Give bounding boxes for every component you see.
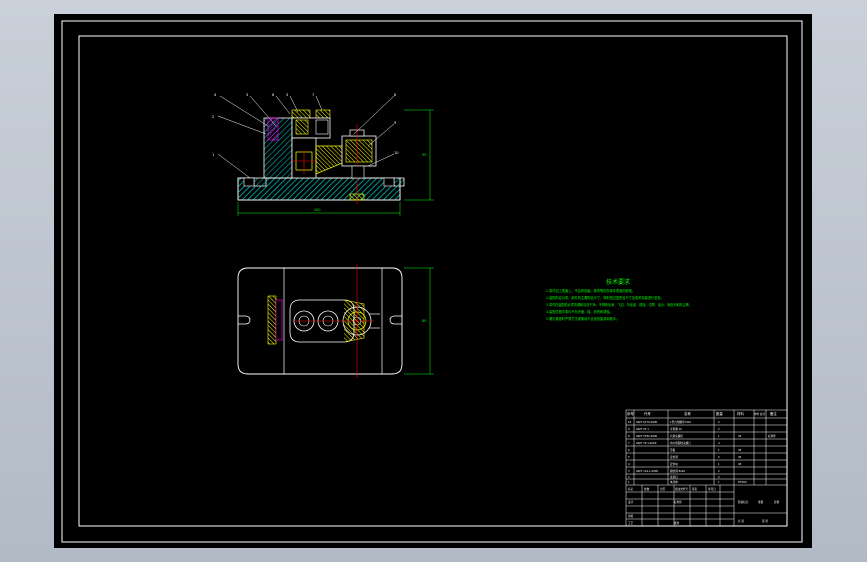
bom-row-2-code: GB/T 97.1 xyxy=(636,427,649,431)
balloon-1: 1 xyxy=(212,153,214,157)
inner-frame xyxy=(78,35,788,527)
note-line-2: 2.装配前应对零、部件的主要配合尺寸，特别是过盈配合尺寸及相关精度进行复查。 xyxy=(546,295,664,300)
label-mark: 标记 xyxy=(628,487,634,491)
balloon-3: 3 xyxy=(246,93,248,97)
outer-frame xyxy=(61,20,803,543)
balloon-2: 2 xyxy=(212,115,214,119)
bom-row-4-name: 内六角圆柱头螺钉 xyxy=(670,441,691,445)
bom-row-3-name: 六角头螺栓 xyxy=(670,434,683,438)
bom-header: 序号 代号 名称 数量 材料 单件 总计 备注 xyxy=(627,411,777,416)
bom-row-7-mat: 45 xyxy=(738,462,742,466)
bom-row-1-qty: 2 xyxy=(718,420,720,424)
header-code: 代号 xyxy=(644,411,651,416)
bom-row-7-qty: 1 xyxy=(718,462,720,466)
cad-drawing: 4 3 6 5 7 8 2 9 1 10 200 55 80 技术要求 1.零件… xyxy=(61,20,803,543)
note-line-3: 3.零件在装配前必须清理和清洗干净，不得有毛刺、飞边、氧化皮、锈蚀、切屑、油污、… xyxy=(546,302,692,307)
label-zone: 分区 xyxy=(660,487,666,491)
bom-row-4-code: GB/T 70.1-2000 xyxy=(636,441,657,445)
header-no: 序号 xyxy=(627,411,634,416)
header-unit-total: 单件 总计 xyxy=(754,412,766,416)
front-section-view xyxy=(237,109,405,204)
bom-row-7-no: 4 xyxy=(628,462,630,466)
bom-row-3-mat: 45 xyxy=(738,434,742,438)
balloon-5: 5 xyxy=(286,93,288,97)
label-date: 年月日 xyxy=(708,487,716,491)
bom-row-6-mat: 45 xyxy=(738,455,742,459)
bom-row-9-qty: 2 xyxy=(718,475,720,479)
header-qty: 数量 xyxy=(716,411,723,416)
bom-row-6-no: 5 xyxy=(628,455,630,459)
balloon-8: 8 xyxy=(394,93,397,97)
label-scale: 比例 xyxy=(774,500,780,504)
bom-row-1-no: 10 xyxy=(628,420,632,424)
notes-title: 技术要求 xyxy=(606,278,630,286)
balloon-6: 6 xyxy=(272,93,275,97)
label-standard: 标准化 xyxy=(674,500,682,504)
label-review: 审核 xyxy=(628,514,634,518)
balloon-7: 7 xyxy=(312,93,314,97)
label-stage: 阶段标记 xyxy=(738,500,749,504)
balloon-9: 9 xyxy=(394,121,397,125)
bom-row-8-name: 圆柱销 8x40 xyxy=(670,469,685,473)
bom-row-6-name: 定位销 xyxy=(670,455,678,459)
header-name: 名称 xyxy=(684,411,691,416)
top-view xyxy=(237,264,403,378)
bom-row-4-qty: 4 xyxy=(718,441,720,445)
bom-row-9-no: 2 xyxy=(628,475,630,479)
bom-row-10-mat: HT200 xyxy=(738,480,747,484)
dim-front-width: 200 xyxy=(314,208,320,212)
bom-row-9-name: 支承钉 xyxy=(670,475,678,479)
balloon-10: 10 xyxy=(394,151,399,155)
bom-row-3-qty: 1 xyxy=(718,434,720,438)
bom-row-5-qty: 1 xyxy=(718,448,720,452)
bom-row-10-no: 1 xyxy=(628,480,630,484)
header-note: 备注 xyxy=(770,411,777,416)
bom-row-3-note: 标准件 xyxy=(768,434,776,438)
label-count: 处数 xyxy=(644,487,650,491)
bom-row-1-name: 1型六角螺母 M10 xyxy=(670,420,691,424)
header-mat: 材料 xyxy=(737,411,744,416)
bom-row-2-name: 平垫圈 10 xyxy=(670,427,682,431)
bom-row-2-no: 9 xyxy=(628,427,630,431)
note-line-5: 5.螺钉紧固时严禁打击或使用不合适的旋具和扳手。 xyxy=(546,316,619,321)
bom-row-8-qty: 2 xyxy=(718,469,720,473)
bom-row-10-qty: 1 xyxy=(718,480,720,484)
technical-notes: 技术要求 1.零件加工表面上，不应有划痕、擦伤等损伤零件表面的缺陷。 2.装配前… xyxy=(546,278,692,321)
label-process: 工艺 xyxy=(628,521,634,525)
label-total-sheets: 共 张 xyxy=(738,519,744,523)
dim-front-height: 55 xyxy=(422,153,426,157)
bom-row-5-mat: 45 xyxy=(738,448,742,452)
bom-row-8-code: GB/T 119.1-2000 xyxy=(636,469,658,473)
top-dimensions xyxy=(404,267,434,375)
bom-row-3-code: GB/T 5782-2000 xyxy=(636,434,658,438)
drawing-viewport[interactable]: 4 3 6 5 7 8 2 9 1 10 200 55 80 技术要求 1.零件… xyxy=(54,14,812,548)
bom-row-4-no: 7 xyxy=(628,441,630,445)
label-weight: 重量 xyxy=(758,500,764,504)
bom-row-10-name: 夹具体 xyxy=(670,480,678,484)
bom-row-6-qty: 2 xyxy=(718,455,720,459)
label-sign: 签名 xyxy=(692,487,698,491)
label-change-doc: 更改文件号 xyxy=(675,487,688,491)
balloon-4: 4 xyxy=(214,93,217,97)
label-sheet-no: 第 张 xyxy=(762,519,768,523)
bom-row-5-no: 6 xyxy=(628,448,630,452)
bom-row-3-no: 8 xyxy=(628,434,630,438)
title-block xyxy=(625,409,788,527)
label-design: 设计 xyxy=(628,500,634,504)
label-approve: 批准 xyxy=(674,521,680,525)
bom-row-2-qty: 2 xyxy=(718,427,720,431)
bom-row-8-no: 3 xyxy=(628,469,630,473)
bom-row-7-name: 定位块 xyxy=(670,462,678,466)
dim-top-height: 80 xyxy=(422,319,426,323)
note-line-1: 1.零件加工表面上，不应有划痕、擦伤等损伤零件表面的缺陷。 xyxy=(546,288,635,293)
bom-row-1-code: GB/T 6170-2000 xyxy=(636,420,658,424)
note-line-4: 4.装配过程中零件不允许磕、碰、划伤和锈蚀。 xyxy=(546,309,613,314)
bom-row-5-name: 压板 xyxy=(670,448,676,452)
